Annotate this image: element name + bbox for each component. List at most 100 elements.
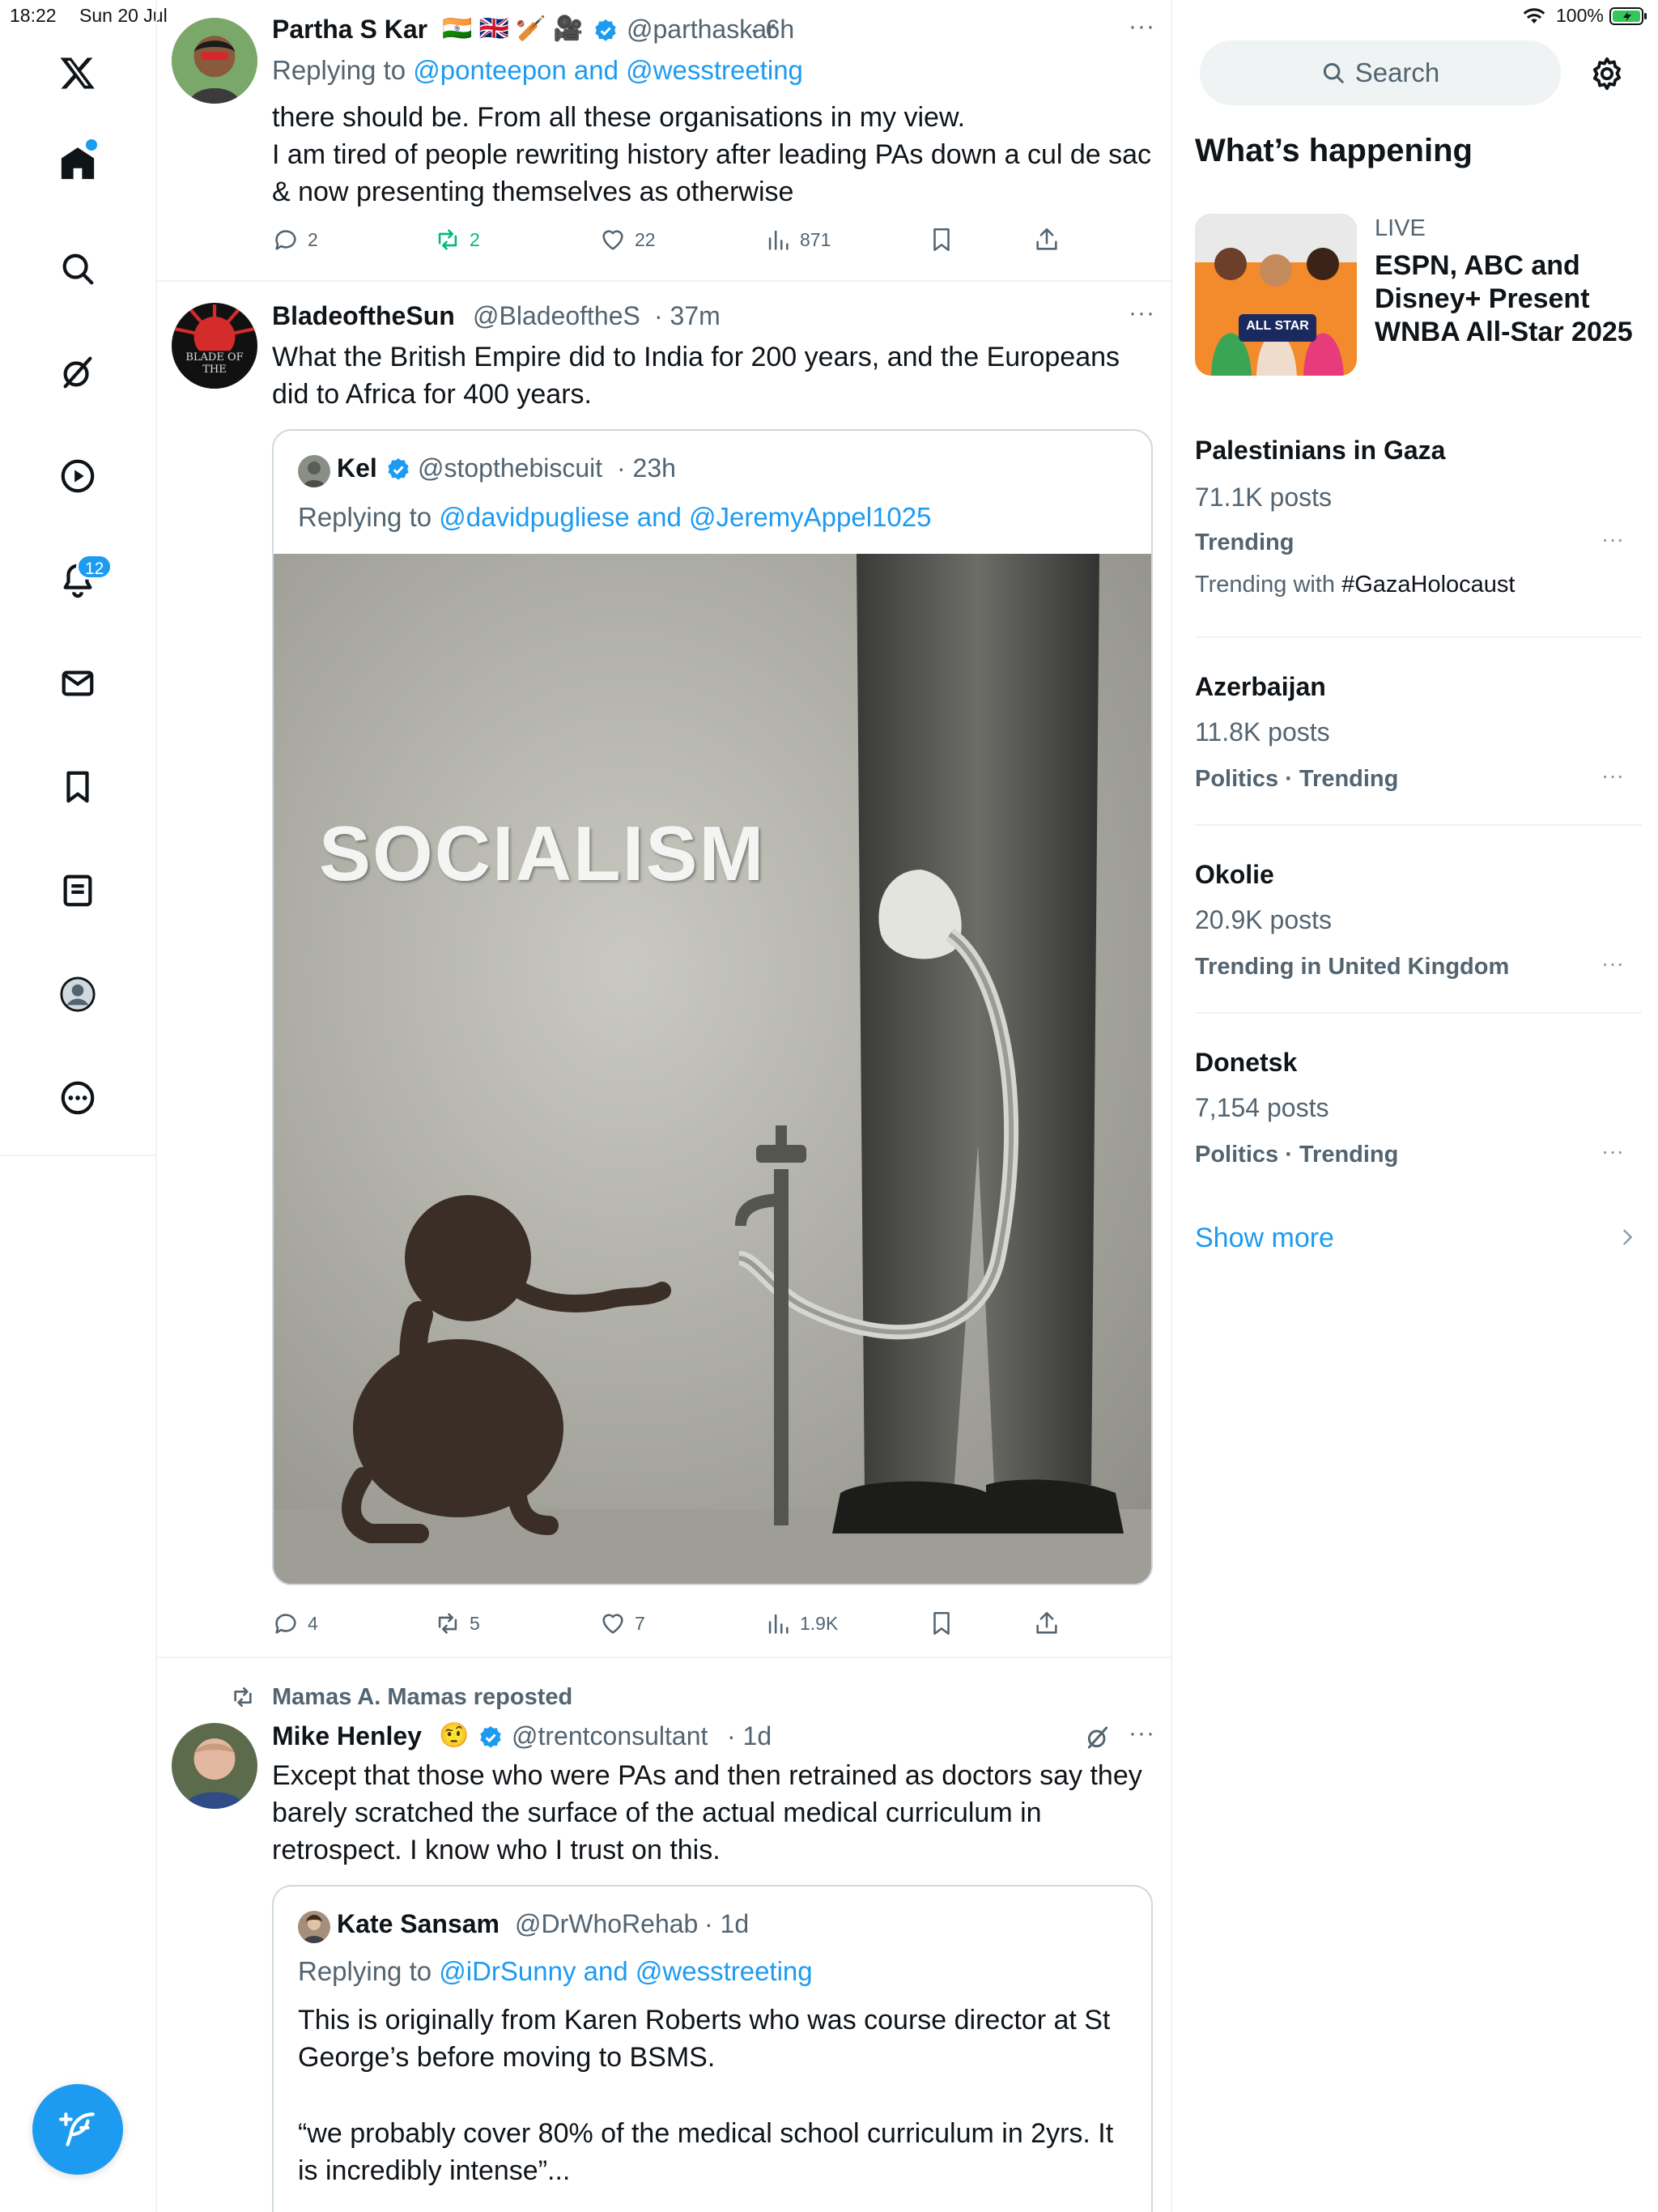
post-more-icon[interactable]: ··· xyxy=(1129,300,1155,327)
video-play-icon[interactable] xyxy=(53,452,102,500)
quote-replying-to: Replying to @iDrSunny and @wesstreeting xyxy=(298,1956,813,1987)
trend-more-icon[interactable]: ··· xyxy=(1601,526,1624,552)
views-count: 871 xyxy=(800,228,831,250)
like-button[interactable]: 22 xyxy=(599,226,656,253)
bookmark-icon xyxy=(933,228,950,252)
share-button[interactable] xyxy=(1033,226,1061,253)
replying-to-users[interactable]: @davidpugliese and @JeremyAppel1025 xyxy=(439,502,931,532)
bookmark-button[interactable] xyxy=(928,1610,955,1637)
quote-image[interactable]: SOCIALISM xyxy=(274,554,1151,1584)
reply-button[interactable]: 4 xyxy=(272,1610,318,1637)
share-button[interactable] xyxy=(1033,1610,1061,1637)
post-text-line1: there should be. From all these organisa… xyxy=(272,102,966,133)
quote-author-name[interactable]: Kate Sansam xyxy=(337,1909,500,1939)
show-more-link[interactable]: Show more xyxy=(1195,1223,1334,1254)
search-icon xyxy=(1323,62,1344,83)
quote-avatar[interactable] xyxy=(298,1911,330,1943)
author-name[interactable]: BladeoftheSun xyxy=(272,301,455,331)
post-text: Except that those who were PAs and then … xyxy=(272,1760,1142,1865)
trend-more-icon[interactable]: ··· xyxy=(1601,951,1624,976)
post-time[interactable]: · 1d xyxy=(727,1721,772,1751)
author-name[interactable]: Partha S Kar xyxy=(272,15,427,45)
views-chart-icon xyxy=(768,1614,789,1634)
repost-button[interactable]: 2 xyxy=(434,226,480,253)
like-button[interactable]: 7 xyxy=(599,1610,645,1637)
grok-icon[interactable] xyxy=(1085,1725,1111,1750)
avatar[interactable] xyxy=(172,18,257,104)
quote-author-handle[interactable]: @stopthebiscuit xyxy=(418,453,602,483)
views-count: 1.9K xyxy=(800,1612,839,1634)
trend-post-count: 20.9K posts xyxy=(1195,905,1332,934)
author-name[interactable]: Mike Henley xyxy=(272,1721,422,1751)
post-text-body: I am tired of people rewriting history a… xyxy=(272,139,1152,207)
author-flags: 🇮🇳 🇬🇧 🏏 🎥 xyxy=(442,15,584,42)
status-time: 18:22 xyxy=(10,5,57,26)
heart-icon xyxy=(602,1614,623,1634)
avatar[interactable] xyxy=(172,1723,257,1809)
quote-text-1: This is originally from Karen Roberts wh… xyxy=(298,2005,1111,2073)
post-more-icon[interactable]: ··· xyxy=(1129,1720,1155,1747)
views-button[interactable]: 871 xyxy=(764,226,831,253)
reply-button[interactable]: 2 xyxy=(272,226,318,253)
live-event-image-text: ALL STAR xyxy=(1246,319,1309,333)
author-emoji: 🤨 xyxy=(439,1722,470,1749)
replying-to-label: Replying to xyxy=(298,502,440,532)
post-more-icon[interactable]: ··· xyxy=(1129,13,1155,40)
replying-to-users[interactable]: @iDrSunny and @wesstreeting xyxy=(439,1956,812,1986)
nav-bottom-divider xyxy=(0,1155,155,1156)
settings-gear-icon[interactable] xyxy=(1588,55,1626,92)
bookmarks-icon[interactable] xyxy=(53,763,102,811)
post-text: What the British Empire did to India for… xyxy=(272,342,1120,410)
trend-divider xyxy=(1195,1012,1642,1014)
profile-avatar-icon[interactable] xyxy=(53,970,102,1019)
live-event-image[interactable]: ALL STAR xyxy=(1195,214,1357,376)
repost-icon xyxy=(438,1613,457,1634)
messages-envelope-icon[interactable] xyxy=(53,659,102,708)
image-caption: SOCIALISM xyxy=(319,810,766,897)
quoted-post[interactable]: Kate Sansam @DrWhoRehab · 1d Replying to… xyxy=(272,1885,1153,2212)
live-event-title[interactable]: ESPN, ABC and Disney+ Present WNBA All-S… xyxy=(1375,249,1634,349)
quote-author-handle[interactable]: @DrWhoRehab xyxy=(515,1909,698,1939)
quote-post-time[interactable]: · 1d xyxy=(704,1909,749,1939)
quote-replying-to: Replying to @davidpugliese and @JeremyAp… xyxy=(298,502,931,533)
trend-meta: Trending xyxy=(1195,530,1295,555)
quote-post-time[interactable]: · 23h xyxy=(617,453,676,483)
views-button[interactable]: 1.9K xyxy=(764,1610,838,1637)
share-icon xyxy=(1036,228,1057,250)
avatar-text: BLADE OF THE xyxy=(185,351,244,376)
trend-with: Trending with #GazaHolocaust xyxy=(1195,572,1515,598)
search-icon[interactable] xyxy=(53,245,102,293)
author-handle[interactable]: @trentconsultant xyxy=(512,1721,708,1751)
compose-post-button[interactable] xyxy=(32,2084,123,2175)
trend-divider xyxy=(1195,824,1642,826)
post-time[interactable]: · 37m xyxy=(654,301,721,331)
search-input[interactable]: Search xyxy=(1200,40,1561,105)
repost-icon xyxy=(438,229,457,250)
feather-plus-icon xyxy=(59,2112,95,2146)
reply-count: 4 xyxy=(308,1612,318,1634)
trend-meta: Politics · Trending xyxy=(1195,766,1399,792)
quote-avatar[interactable] xyxy=(298,455,330,487)
notifications-count-badge: 12 xyxy=(76,554,113,580)
grok-icon[interactable] xyxy=(53,348,102,397)
trend-with-hashtag[interactable]: #GazaHolocaust xyxy=(1341,572,1515,598)
avatar[interactable]: BLADE OF THE xyxy=(172,303,257,389)
x-logo-icon[interactable] xyxy=(53,49,102,97)
quoted-post[interactable]: Kel @stopthebiscuit · 23h Replying to @d… xyxy=(272,429,1153,1585)
repost-label[interactable]: Mamas A. Mamas reposted xyxy=(272,1684,572,1711)
trend-more-icon[interactable]: ··· xyxy=(1601,1138,1624,1164)
battery-icon xyxy=(1609,6,1648,26)
more-options-icon[interactable] xyxy=(53,1074,102,1122)
trend-title: Azerbaijan xyxy=(1195,672,1326,701)
quote-author-name[interactable]: Kel xyxy=(337,453,377,483)
author-handle[interactable]: @BladeoftheS xyxy=(473,301,640,331)
trend-more-icon[interactable]: ··· xyxy=(1601,763,1624,789)
timeline-right-border xyxy=(1171,0,1172,2212)
post-time[interactable]: · 6h xyxy=(750,15,794,45)
lists-icon[interactable] xyxy=(53,866,102,915)
repost-button[interactable]: 5 xyxy=(434,1610,480,1637)
chevron-right-icon[interactable] xyxy=(1616,1226,1639,1249)
repost-count: 2 xyxy=(470,228,480,250)
bookmark-button[interactable] xyxy=(928,226,955,253)
replying-to-users[interactable]: @ponteepon and @wesstreeting xyxy=(413,55,803,85)
